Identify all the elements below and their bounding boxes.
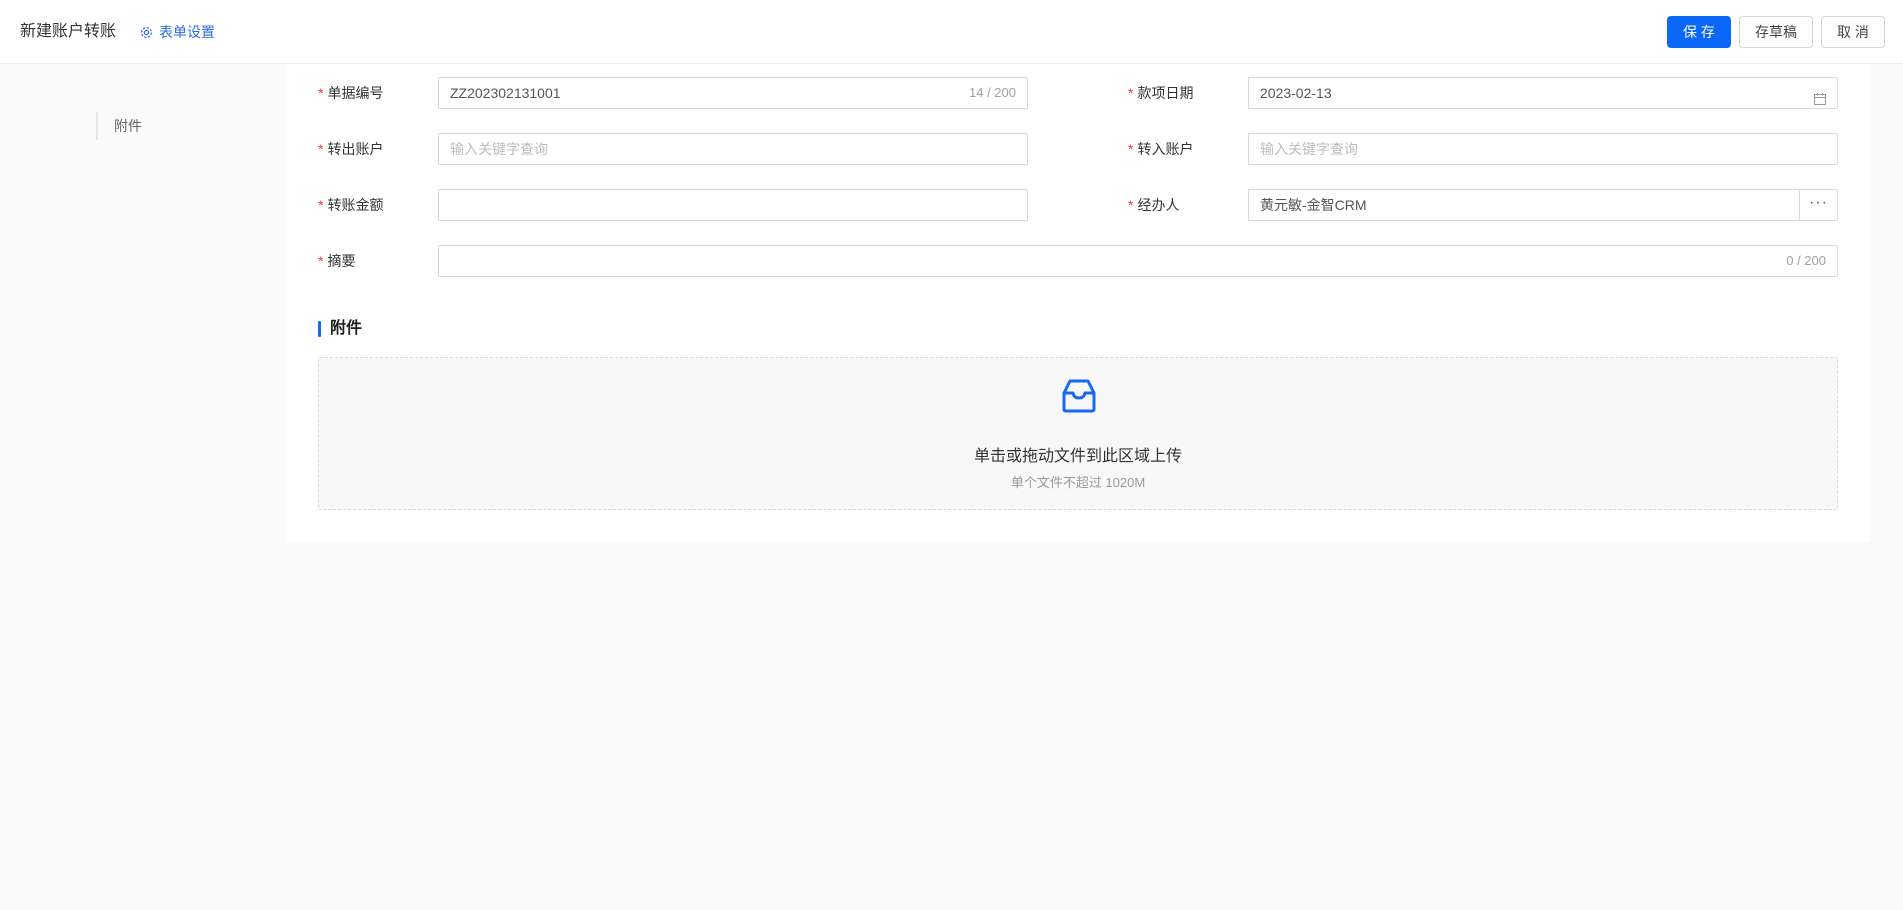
doc-no-label: * 单据编号 xyxy=(318,85,384,101)
upload-dropzone[interactable]: 单击或拖动文件到此区域上传 单个文件不超过 1020M xyxy=(318,357,1838,510)
in-account-placeholder: 输入关键字查询 xyxy=(1260,141,1358,157)
date-label: * 款项日期 xyxy=(1128,85,1194,101)
form-panel: * 单据编号 ZZ202302131001 14 / 200 * 款项日期 2023… xyxy=(286,64,1870,542)
summary-label: * 摘要 xyxy=(318,253,356,269)
required-mark: * xyxy=(318,141,324,157)
doc-no-input[interactable]: ZZ202302131001 14 / 200 xyxy=(438,77,1028,109)
more-icon: ··· xyxy=(1809,194,1828,211)
doc-no-counter: 14 / 200 xyxy=(969,85,1016,100)
save-button[interactable]: 保 存 xyxy=(1667,16,1731,48)
summary-counter: 0 / 200 xyxy=(1786,253,1826,268)
date-value: 2023-02-13 xyxy=(1260,85,1332,101)
cancel-button[interactable]: 取 消 xyxy=(1821,16,1885,48)
required-mark: * xyxy=(1128,197,1134,213)
date-input[interactable]: 2023-02-13 xyxy=(1248,77,1838,109)
inbox-icon xyxy=(1061,378,1097,419)
doc-no-value: ZZ202302131001 xyxy=(450,85,561,101)
handler-label: * 经办人 xyxy=(1128,197,1180,213)
in-account-input[interactable]: 输入关键字查询 xyxy=(1248,133,1838,165)
amount-label: * 转账金额 xyxy=(318,197,384,213)
side-nav-item-attachments[interactable]: 附件 xyxy=(96,112,142,140)
required-mark: * xyxy=(318,197,324,213)
summary-input[interactable]: 0 / 200 xyxy=(438,245,1838,277)
header-actions: 保 存 存草稿 取 消 xyxy=(1667,16,1885,48)
page-title: 新建账户转账 xyxy=(20,23,117,40)
attachments-section-title: 附件 xyxy=(318,318,362,340)
out-account-placeholder: 输入关键字查询 xyxy=(450,141,548,157)
out-account-input[interactable]: 输入关键字查询 xyxy=(438,133,1028,165)
page-header: 新建账户转账 表单设置 保 存 存草稿 取 消 xyxy=(0,0,1903,64)
amount-input[interactable] xyxy=(438,189,1028,221)
handler-input[interactable]: 黄元敏-金智CRM xyxy=(1248,189,1800,221)
required-mark: * xyxy=(318,85,324,101)
required-mark: * xyxy=(1128,141,1134,157)
handler-more-button[interactable]: ··· xyxy=(1800,189,1838,221)
gear-icon xyxy=(140,26,153,39)
handler-value: 黄元敏-金智CRM xyxy=(1260,197,1367,213)
calendar-icon[interactable] xyxy=(1813,86,1827,108)
form-settings-label: 表单设置 xyxy=(159,24,215,40)
required-mark: * xyxy=(318,253,324,269)
upload-hint: 单个文件不超过 1020M xyxy=(1010,475,1146,490)
side-nav-label: 附件 xyxy=(114,118,142,134)
required-mark: * xyxy=(1128,85,1134,101)
upload-text: 单击或拖动文件到此区域上传 xyxy=(973,448,1182,465)
out-account-label: * 转出账户 xyxy=(318,141,384,157)
save-draft-button[interactable]: 存草稿 xyxy=(1739,16,1813,48)
in-account-label: * 转入账户 xyxy=(1128,141,1194,157)
form-settings-link[interactable]: 表单设置 xyxy=(140,22,215,42)
